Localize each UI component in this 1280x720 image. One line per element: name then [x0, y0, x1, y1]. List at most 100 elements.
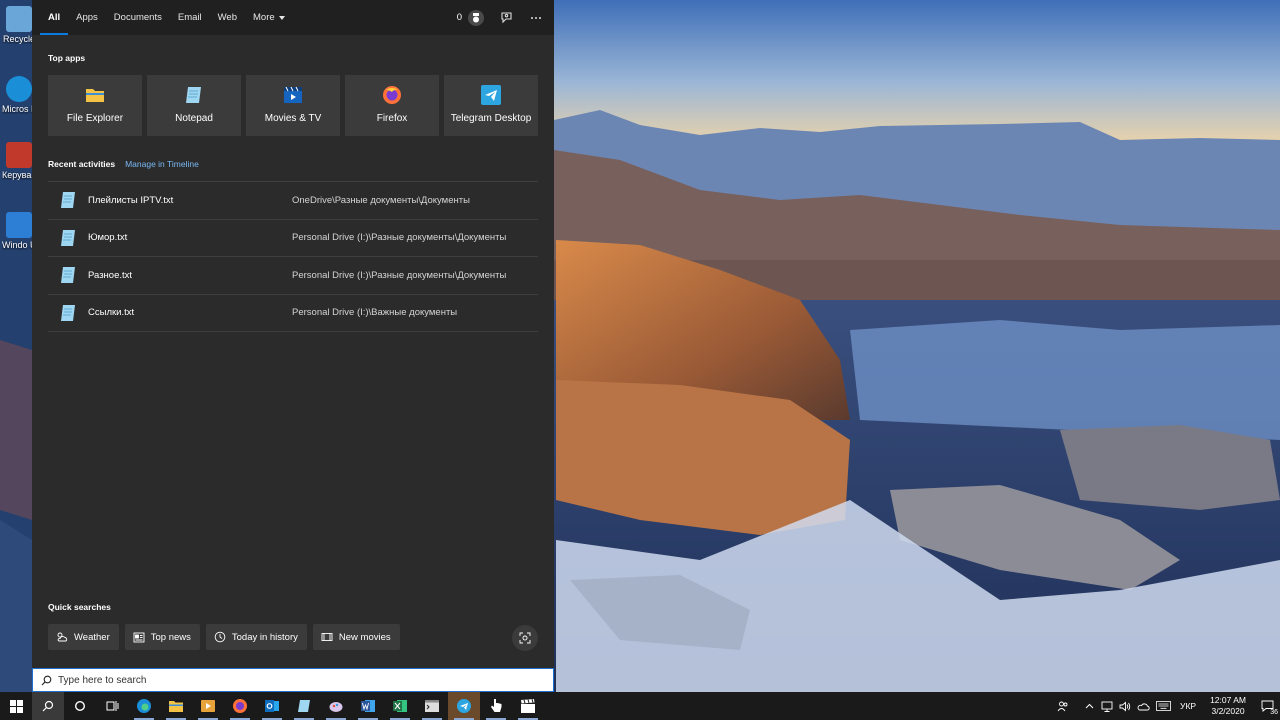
- task-view-button[interactable]: [96, 692, 128, 720]
- tab-apps[interactable]: Apps: [68, 0, 106, 35]
- notepad-icon: [298, 700, 310, 712]
- file-explorer-icon: [169, 701, 183, 712]
- rewards-points[interactable]: 0: [457, 9, 484, 26]
- app-tile-telegram[interactable]: Telegram Desktop: [444, 75, 538, 136]
- feedback-icon[interactable]: [498, 10, 514, 26]
- notification-count: 36: [1270, 709, 1278, 716]
- rewards-medal-icon: [468, 9, 484, 26]
- visual-search-button[interactable]: [512, 625, 538, 651]
- windows-logo-icon: [9, 699, 23, 713]
- clock-time: 12:07 AM: [1210, 695, 1246, 705]
- edge-icon: [137, 699, 151, 713]
- top-apps-title: Top apps: [48, 53, 86, 63]
- desktop-icon-windows-update[interactable]: Windo Updat: [2, 212, 36, 250]
- word-icon: [361, 700, 375, 712]
- pointer-icon: [491, 699, 502, 712]
- taskbar-app-paint[interactable]: [320, 692, 352, 720]
- recent-header: Recent activities Manage in Timeline: [48, 159, 199, 169]
- text-file-icon: [61, 267, 75, 284]
- taskbar-app-pointer[interactable]: [480, 692, 512, 720]
- system-clock[interactable]: 12:07 AM 3/2/2020: [1202, 695, 1254, 717]
- taskbar-app-notepad[interactable]: [288, 692, 320, 720]
- taskbar-app-clapper[interactable]: [512, 692, 544, 720]
- quick-search-new-movies[interactable]: New movies: [312, 624, 400, 650]
- quick-search-top-news[interactable]: Top news: [124, 624, 200, 650]
- taskbar-app-firefox[interactable]: [224, 692, 256, 720]
- search-tabs: All Apps Documents Email Web More 0: [32, 0, 554, 35]
- tab-documents[interactable]: Documents: [106, 0, 170, 35]
- camera-lens-icon: [519, 632, 531, 644]
- recent-item[interactable]: Ссылки.txt Personal Drive (I:)\Важные до…: [48, 295, 538, 332]
- volume-icon[interactable]: [1116, 692, 1134, 720]
- keyboard-icon[interactable]: [1152, 692, 1174, 720]
- excel-icon: [393, 700, 407, 712]
- quick-search-today-in-history[interactable]: Today in history: [205, 624, 307, 650]
- caret-down-icon: [278, 15, 285, 20]
- desktop-icon-recycle-bin[interactable]: Recycle: [2, 6, 36, 44]
- tab-all[interactable]: All: [40, 0, 69, 35]
- start-button[interactable]: [0, 692, 32, 720]
- onedrive-icon[interactable]: [1134, 692, 1152, 720]
- news-icon: [133, 632, 145, 642]
- system-tray: УКР 12:07 AM 3/2/2020 36: [1054, 692, 1280, 720]
- notepad-icon: [186, 87, 201, 103]
- people-icon[interactable]: [1054, 692, 1072, 720]
- firefox-icon: [233, 699, 247, 713]
- movie-icon: [321, 633, 333, 641]
- search-taskbar-button[interactable]: [32, 692, 64, 720]
- movies-icon: [284, 86, 302, 103]
- folder-icon: [86, 89, 104, 102]
- text-file-icon: [61, 304, 75, 321]
- clock-icon: [214, 631, 226, 643]
- clapper-icon: [521, 699, 535, 713]
- taskbar-app-outlook[interactable]: [256, 692, 288, 720]
- recent-item[interactable]: Разное.txt Personal Drive (I:)\Разные до…: [48, 257, 538, 295]
- taskbar-app-file-explorer[interactable]: [160, 692, 192, 720]
- control-icon: [6, 142, 32, 168]
- chevron-up-icon[interactable]: [1080, 692, 1098, 720]
- quick-searches-title: Quick searches: [48, 602, 111, 612]
- more-options-icon[interactable]: [528, 10, 544, 26]
- network-icon[interactable]: [1098, 692, 1116, 720]
- tab-email[interactable]: Email: [170, 0, 210, 35]
- recent-item[interactable]: Плейлисты IPTV.txt OneDrive\Разные докум…: [48, 182, 538, 220]
- taskbar-app-edge[interactable]: [128, 692, 160, 720]
- recent-item[interactable]: Юмор.txt Personal Drive (I:)\Разные доку…: [48, 220, 538, 257]
- taskbar-app-telegram[interactable]: [448, 692, 480, 720]
- quick-search-weather[interactable]: Weather: [48, 624, 119, 650]
- input-language[interactable]: УКР: [1174, 701, 1202, 711]
- search-panel: All Apps Documents Email Web More 0 Top …: [32, 0, 554, 668]
- edge-icon: [6, 76, 32, 102]
- cortana-button[interactable]: [64, 692, 96, 720]
- search-box[interactable]: [32, 668, 554, 692]
- tab-web[interactable]: Web: [210, 0, 245, 35]
- terminal-icon: [425, 700, 439, 712]
- taskbar: УКР 12:07 AM 3/2/2020 36: [0, 692, 1280, 720]
- weather-icon: [57, 632, 68, 642]
- tab-more[interactable]: More: [245, 0, 293, 35]
- outlook-icon: [265, 700, 279, 712]
- app-tile-notepad[interactable]: Notepad: [147, 75, 241, 136]
- app-tile-movies-tv[interactable]: Movies & TV: [246, 75, 340, 136]
- firefox-icon: [383, 86, 401, 104]
- search-icon: [41, 675, 52, 685]
- recent-title: Recent activities: [48, 159, 116, 169]
- manage-timeline-link[interactable]: Manage in Timeline: [125, 159, 199, 169]
- quick-searches: Weather Top news Today in history New mo…: [48, 624, 400, 650]
- app-tile-file-explorer[interactable]: File Explorer: [48, 75, 142, 136]
- text-file-icon: [61, 229, 75, 246]
- taskbar-app-terminal[interactable]: [416, 692, 448, 720]
- windows-update-icon: [6, 212, 32, 238]
- taskbar-app-excel[interactable]: [384, 692, 416, 720]
- telegram-icon: [481, 85, 501, 105]
- media-player-icon: [201, 700, 215, 712]
- taskbar-app-word[interactable]: [352, 692, 384, 720]
- topbar-actions: 0: [457, 0, 544, 35]
- app-tile-firefox[interactable]: Firefox: [345, 75, 439, 136]
- desktop-icon-edge[interactable]: Micros Edge: [2, 76, 36, 114]
- search-input[interactable]: [58, 674, 498, 686]
- taskbar-app-media-player[interactable]: [192, 692, 224, 720]
- desktop-icon-control[interactable]: Керува систем: [2, 142, 36, 180]
- search-icon: [42, 700, 54, 712]
- action-center-button[interactable]: 36: [1254, 692, 1280, 720]
